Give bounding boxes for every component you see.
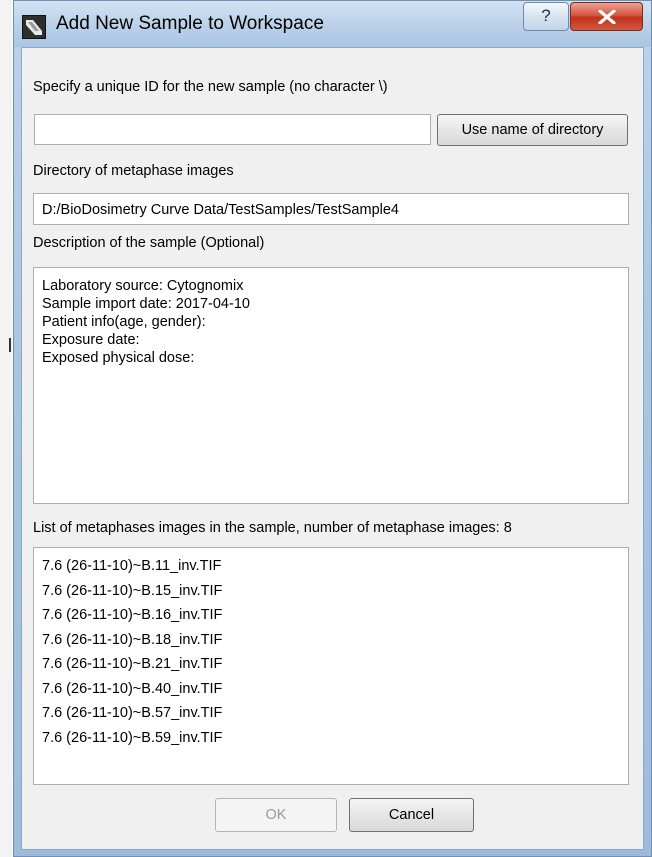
description-line: Laboratory source: Cytognomix xyxy=(42,278,244,294)
title-bar[interactable]: Add New Sample to Workspace ? xyxy=(14,1,651,47)
window-title: Add New Sample to Workspace xyxy=(56,13,324,34)
list-item[interactable]: 7.6 (26-11-10)~B.21_inv.TIF xyxy=(34,652,628,677)
close-button[interactable] xyxy=(570,2,643,31)
sample-app-icon xyxy=(22,15,46,39)
close-icon xyxy=(598,10,616,24)
background-window-edge xyxy=(0,0,12,857)
list-item[interactable]: 7.6 (26-11-10)~B.59_inv.TIF xyxy=(34,726,628,751)
sample-id-input[interactable] xyxy=(34,114,431,145)
list-item[interactable]: 7.6 (26-11-10)~B.57_inv.TIF xyxy=(34,701,628,726)
ok-button[interactable]: OK xyxy=(215,798,337,832)
description-line: Exposed physical dose: xyxy=(42,350,195,366)
metaphase-image-list[interactable]: 7.6 (26-11-10)~B.11_inv.TIF 7.6 (26-11-10… xyxy=(33,547,629,785)
dialog-window: Add New Sample to Workspace ? Specify a … xyxy=(13,0,652,857)
sample-id-label: Specify a unique ID for the new sample (… xyxy=(33,79,388,95)
directory-label: Directory of metaphase images xyxy=(33,163,234,179)
dialog-body: Specify a unique ID for the new sample (… xyxy=(21,47,644,850)
list-item[interactable]: 7.6 (26-11-10)~B.15_inv.TIF xyxy=(34,579,628,604)
description-textarea[interactable]: Laboratory source: Cytognomix Sample impo… xyxy=(33,267,629,504)
description-line: Sample import date: 2017-04-10 xyxy=(42,296,250,312)
list-item[interactable]: 7.6 (26-11-10)~B.40_inv.TIF xyxy=(34,677,628,702)
description-line: Patient info(age, gender): xyxy=(42,314,206,330)
directory-path-field[interactable]: D:/BioDosimetry Curve Data/TestSamples/T… xyxy=(33,193,629,225)
background-marker xyxy=(9,338,11,352)
help-icon: ? xyxy=(541,6,551,25)
cancel-button[interactable]: Cancel xyxy=(349,798,474,832)
use-directory-name-button[interactable]: Use name of directory xyxy=(437,114,628,146)
list-item[interactable]: 7.6 (26-11-10)~B.18_inv.TIF xyxy=(34,628,628,653)
description-line: Exposure date: xyxy=(42,332,140,348)
image-list-label: List of metaphases images in the sample,… xyxy=(33,520,512,536)
list-item[interactable]: 7.6 (26-11-10)~B.11_inv.TIF xyxy=(34,554,628,579)
list-item[interactable]: 7.6 (26-11-10)~B.16_inv.TIF xyxy=(34,603,628,628)
help-button[interactable]: ? xyxy=(523,2,569,31)
description-label: Description of the sample (Optional) xyxy=(33,235,265,251)
